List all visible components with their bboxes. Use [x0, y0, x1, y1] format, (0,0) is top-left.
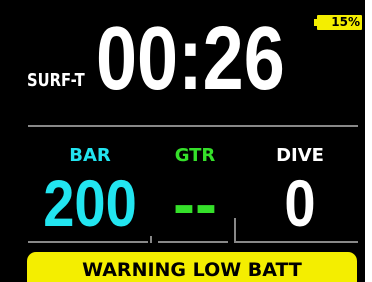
bar-tick — [150, 236, 152, 243]
display-panel: 15% SURF-T 00:26 BAR GTR DIVE 200 -- 0 W… — [0, 0, 365, 282]
bar-value: 200 — [43, 166, 137, 240]
battery-percent: 15% — [331, 15, 360, 29]
dive-computer-screen: 15% SURF-T 00:26 BAR GTR DIVE 200 -- 0 W… — [0, 0, 372, 282]
gtr-label: GTR — [174, 145, 216, 166]
dive-value: 0 — [284, 166, 316, 240]
warning-text: WARNING LOW BATT — [82, 259, 302, 281]
dive-time: 00:26 — [96, 9, 285, 109]
top-divider — [28, 125, 358, 127]
gtr-divider — [158, 241, 228, 243]
dive-tick — [234, 218, 236, 243]
bar-divider — [28, 241, 148, 243]
dive-mode-label: SURF-T — [27, 70, 85, 91]
dive-label: DIVE — [276, 145, 324, 166]
bar-label: BAR — [69, 145, 111, 166]
dive-divider — [236, 241, 358, 243]
